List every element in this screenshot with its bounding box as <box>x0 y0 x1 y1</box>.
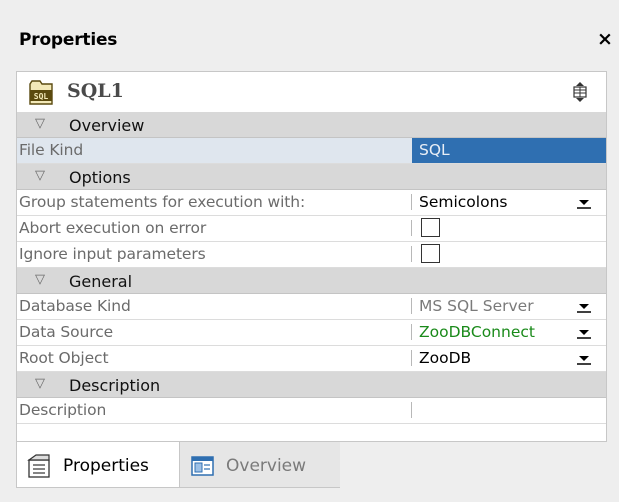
close-button[interactable]: × <box>594 27 616 51</box>
property-value[interactable]: ZooDB <box>419 349 471 367</box>
object-header: SQL SQL1 <box>17 72 606 112</box>
category-label: Overview <box>69 116 145 135</box>
collapse-triangle-icon[interactable]: ▽ <box>35 376 45 391</box>
property-name: Abort execution on error <box>19 219 207 237</box>
tab-label: Overview <box>226 456 307 476</box>
column-separator <box>411 324 412 340</box>
column-separator <box>411 194 412 210</box>
property-row-abort-execution[interactable]: Abort execution on error <box>17 216 606 242</box>
property-name: Root Object <box>19 349 109 367</box>
sql-icon-label: SQL <box>34 92 49 101</box>
sort-toggle-icon[interactable] <box>569 81 591 103</box>
property-name: Data Source <box>19 323 114 341</box>
dropdown-arrow-icon[interactable] <box>573 351 595 366</box>
property-row-file-kind[interactable]: File Kind SQL <box>17 138 606 164</box>
property-row-root-object[interactable]: Root Object ZooDB <box>17 346 606 372</box>
property-name: Description <box>19 401 107 419</box>
tab-label: Properties <box>63 456 149 476</box>
property-name: File Kind <box>19 141 84 159</box>
dropdown-arrow-icon[interactable] <box>573 325 595 340</box>
title-bar: Properties × <box>0 0 619 80</box>
abort-execution-checkbox[interactable] <box>421 218 440 237</box>
collapse-triangle-icon[interactable]: ▽ <box>35 168 45 183</box>
category-label: General <box>69 272 133 291</box>
property-value[interactable]: ZooDBConnect <box>419 323 535 341</box>
property-value[interactable]: Semicolons <box>419 193 507 211</box>
category-overview[interactable]: ▽ Overview <box>17 112 606 138</box>
property-row-database-kind[interactable]: Database Kind MS SQL Server <box>17 294 606 320</box>
column-separator <box>411 246 412 262</box>
properties-panel: SQL SQL1 ▽ Overview File Kind SQL ▽ Opti… <box>16 71 607 442</box>
property-row-group-statements[interactable]: Group statements for execution with: Sem… <box>17 190 606 216</box>
column-separator <box>411 350 412 366</box>
window-title: Properties <box>19 30 118 50</box>
column-separator <box>411 220 412 236</box>
collapse-triangle-icon[interactable]: ▽ <box>35 116 45 131</box>
property-row-ignore-input-params[interactable]: Ignore input parameters <box>17 242 606 268</box>
tab-properties[interactable]: Properties <box>16 442 180 488</box>
collapse-triangle-icon[interactable]: ▽ <box>35 272 45 287</box>
ignore-input-params-checkbox[interactable] <box>421 244 440 263</box>
property-name: Ignore input parameters <box>19 245 206 263</box>
sql-file-icon: SQL <box>29 80 53 105</box>
property-value[interactable]: MS SQL Server <box>419 297 534 315</box>
bottom-tab-bar: Properties Overview <box>0 442 619 502</box>
dropdown-arrow-icon[interactable] <box>573 299 595 314</box>
property-row-data-source[interactable]: Data Source ZooDBConnect <box>17 320 606 346</box>
category-label: Description <box>69 376 161 395</box>
property-row-description[interactable]: Description <box>17 398 606 424</box>
object-name: SQL1 <box>67 80 124 102</box>
property-value: SQL <box>419 141 450 159</box>
column-separator <box>411 402 412 418</box>
overview-icon <box>191 456 214 476</box>
category-general[interactable]: ▽ General <box>17 268 606 294</box>
properties-icon <box>27 454 50 478</box>
category-label: Options <box>69 168 131 187</box>
column-separator <box>411 298 412 314</box>
dropdown-arrow-icon[interactable] <box>573 195 595 210</box>
property-name: Group statements for execution with: <box>19 193 306 211</box>
tab-overview[interactable]: Overview <box>180 442 340 488</box>
category-options[interactable]: ▽ Options <box>17 164 606 190</box>
category-description[interactable]: ▽ Description <box>17 372 606 398</box>
property-name: Database Kind <box>19 297 131 315</box>
